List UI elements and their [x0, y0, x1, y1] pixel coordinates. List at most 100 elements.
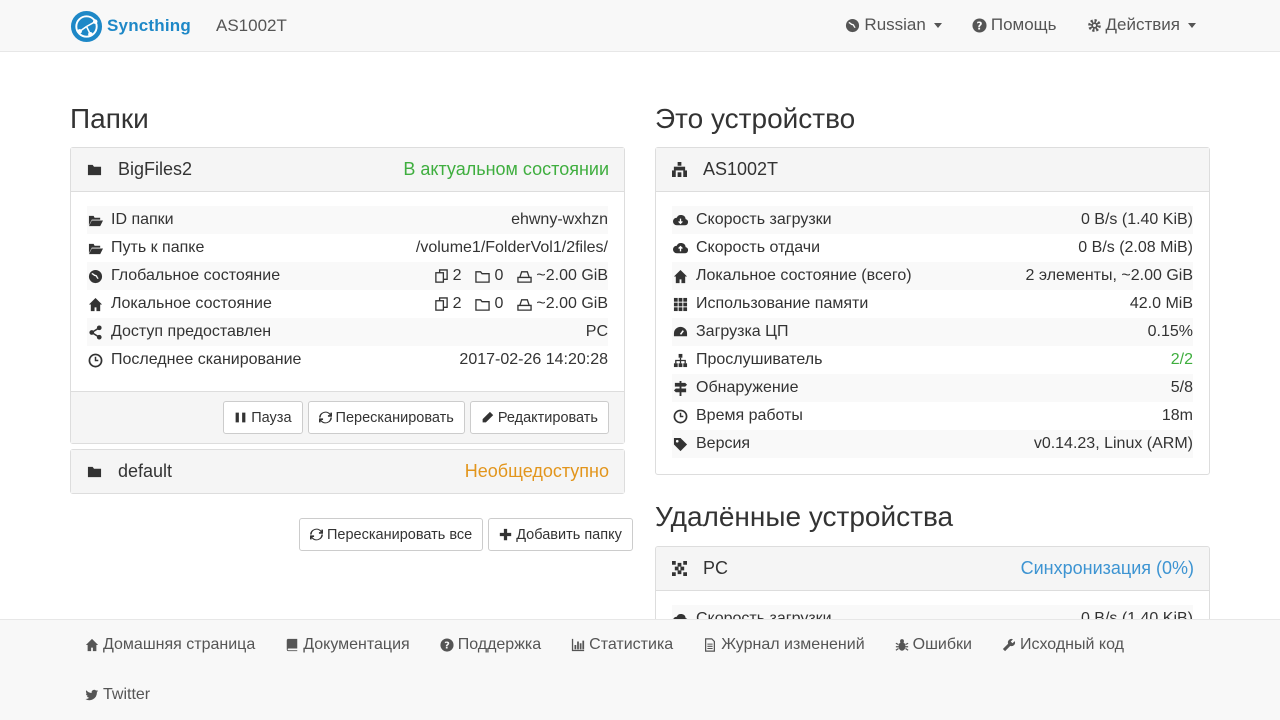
- cloud-download-icon: [672, 212, 688, 228]
- folder-name: BigFiles2: [118, 159, 193, 179]
- clock-icon: [87, 352, 103, 368]
- this-device-name: AS1002T: [703, 159, 779, 179]
- row-label: Версия: [696, 435, 751, 452]
- row-value: PC: [585, 323, 608, 340]
- question-circle-icon: ?: [440, 638, 454, 652]
- wrench-icon: [1002, 638, 1016, 652]
- this-device-panel-heading: AS1002T: [656, 148, 1209, 192]
- footer-link-changelog[interactable]: Журнал изменений: [703, 636, 865, 654]
- footer-link-twitter[interactable]: Twitter: [85, 686, 150, 704]
- remote-device-name: PC: [703, 558, 729, 578]
- clock-icon: [672, 408, 688, 424]
- footer-link-stats[interactable]: Статистика: [571, 636, 673, 654]
- row-label: Путь к папке: [111, 239, 205, 256]
- row-value: /volume1/FolderVol1/2files/: [415, 239, 608, 256]
- pause-button[interactable]: Пауза: [223, 401, 303, 434]
- brand-link[interactable]: Syncthing: [70, 9, 191, 43]
- remote-devices-heading: Удалённые устройства: [655, 501, 954, 532]
- discovery-row: Обнаружение 5/8: [672, 374, 1193, 402]
- refresh-icon: [318, 411, 332, 424]
- link-label: Ошибки: [912, 636, 972, 653]
- shared-with-row: Доступ предоставлен PC: [87, 318, 608, 346]
- dashboard-icon: [672, 324, 688, 340]
- rescan-all-button[interactable]: Пересканировать все: [299, 518, 484, 551]
- row-value: 42.0 MiB: [1129, 295, 1193, 312]
- home-icon: [87, 296, 103, 312]
- folder-id-row: ID папки ehwny-wxhzn: [87, 206, 608, 234]
- row-label: Последнее сканирование: [111, 351, 302, 368]
- row-value: 2017-02-26 14:20:28: [459, 351, 608, 368]
- row-label: Время работы: [696, 407, 803, 424]
- row-value: ehwny-wxhzn: [511, 211, 608, 228]
- folder-heading[interactable]: default Необщедоступно: [71, 450, 624, 493]
- language-dropdown[interactable]: Russian: [845, 15, 942, 35]
- link-label: Статистика: [589, 636, 674, 653]
- row-value: 0.15%: [1147, 323, 1193, 340]
- file-count: 2: [452, 267, 462, 284]
- help-button[interactable]: ? Помощь: [972, 15, 1057, 35]
- folders-heading: Папки: [70, 103, 149, 134]
- add-folder-label: Добавить папку: [516, 526, 622, 543]
- this-device-heading: Это устройство: [655, 103, 856, 134]
- signpost-icon: [672, 380, 688, 396]
- add-folder-button[interactable]: Добавить папку: [488, 518, 633, 551]
- link-label: Документация: [303, 636, 410, 653]
- footer-link-bugs[interactable]: Ошибки: [895, 636, 972, 654]
- pause-label: Пауза: [251, 409, 292, 426]
- row-label: ID папки: [111, 211, 174, 228]
- folder-name: default: [118, 461, 173, 481]
- navbar-device-name: AS1002T: [216, 16, 287, 35]
- memory-row: Использование памяти 42.0 MiB: [672, 290, 1193, 318]
- uptime-row: Время работы 18m: [672, 402, 1193, 430]
- footer-link-support[interactable]: ? Поддержка: [440, 636, 541, 654]
- size-value: ~2.00 GiB: [536, 267, 608, 284]
- row-value: 2 элементы, ~2.00 GiB: [1025, 267, 1193, 284]
- hdd-icon: [517, 298, 533, 311]
- actions-dropdown[interactable]: Действия: [1087, 15, 1196, 35]
- globe-icon: [87, 268, 103, 284]
- footer-link-source[interactable]: Исходный код: [1002, 636, 1124, 654]
- remote-device-status: Синхронизация (0%): [1020, 558, 1194, 578]
- local-total-row: Локальное состояние (всего) 2 элементы, …: [672, 262, 1193, 290]
- brand-name: Syncthing: [107, 16, 191, 35]
- row-label: Глобальное состояние: [111, 267, 281, 284]
- row-value: 0 B/s (2.08 MiB): [1078, 239, 1193, 256]
- refresh-icon: [310, 528, 323, 541]
- link-label: Поддержка: [457, 636, 542, 653]
- rescan-button[interactable]: Пересканировать: [307, 401, 465, 434]
- folder-open-icon: [87, 240, 103, 256]
- row-label: Локальное состояние (всего): [696, 267, 912, 284]
- footer-link-docs[interactable]: Документация: [285, 636, 410, 654]
- row-value: 2/2: [1170, 351, 1193, 368]
- pencil-icon: [482, 411, 494, 423]
- svg-text:?: ?: [976, 20, 982, 32]
- file-count: 2: [452, 295, 462, 312]
- link-label: Домашняя страница: [103, 636, 256, 653]
- row-label: Использование памяти: [696, 295, 869, 312]
- download-rate-row: Скорость загрузки 0 B/s (1.40 KiB): [672, 206, 1193, 234]
- row-label: Доступ предоставлен: [111, 323, 272, 340]
- local-state-value: 2 0 ~2.00 GiB: [434, 295, 608, 313]
- this-device-panel: AS1002T Скорость загрузки 0 B/s (1.40 Ki…: [655, 147, 1210, 475]
- folder-open-icon: [87, 212, 103, 228]
- remote-device-heading[interactable]: PC Синхронизация (0%): [656, 547, 1209, 591]
- last-scan-row: Последнее сканирование 2017-02-26 14:20:…: [87, 346, 608, 374]
- link-label: Журнал изменений: [721, 636, 865, 653]
- sitemap-icon: [672, 352, 688, 368]
- twitter-label: Twitter: [103, 686, 151, 703]
- folder-panel-default: default Необщедоступно: [70, 449, 625, 494]
- row-label: Загрузка ЦП: [696, 323, 789, 340]
- svg-text:?: ?: [444, 641, 450, 652]
- edit-button[interactable]: Редактировать: [469, 401, 609, 434]
- cloud-upload-icon: [672, 240, 688, 256]
- pause-icon: [235, 412, 246, 423]
- footer: Домашняя страница Документация ? Поддерж…: [0, 619, 1280, 720]
- chevron-down-icon: [1188, 22, 1196, 28]
- folder-status: Необщедоступно: [464, 461, 609, 481]
- local-state-row: Локальное состояние 2 0 ~2.00 GiB: [87, 290, 608, 318]
- folder-status: В актуальном состоянии: [403, 159, 609, 179]
- footer-link-home[interactable]: Домашняя страница: [85, 636, 255, 654]
- version-row: Версия v0.14.23, Linux (ARM): [672, 430, 1193, 458]
- hdd-icon: [517, 270, 533, 283]
- folder-heading[interactable]: BigFiles2 В актуальном состоянии: [71, 148, 624, 192]
